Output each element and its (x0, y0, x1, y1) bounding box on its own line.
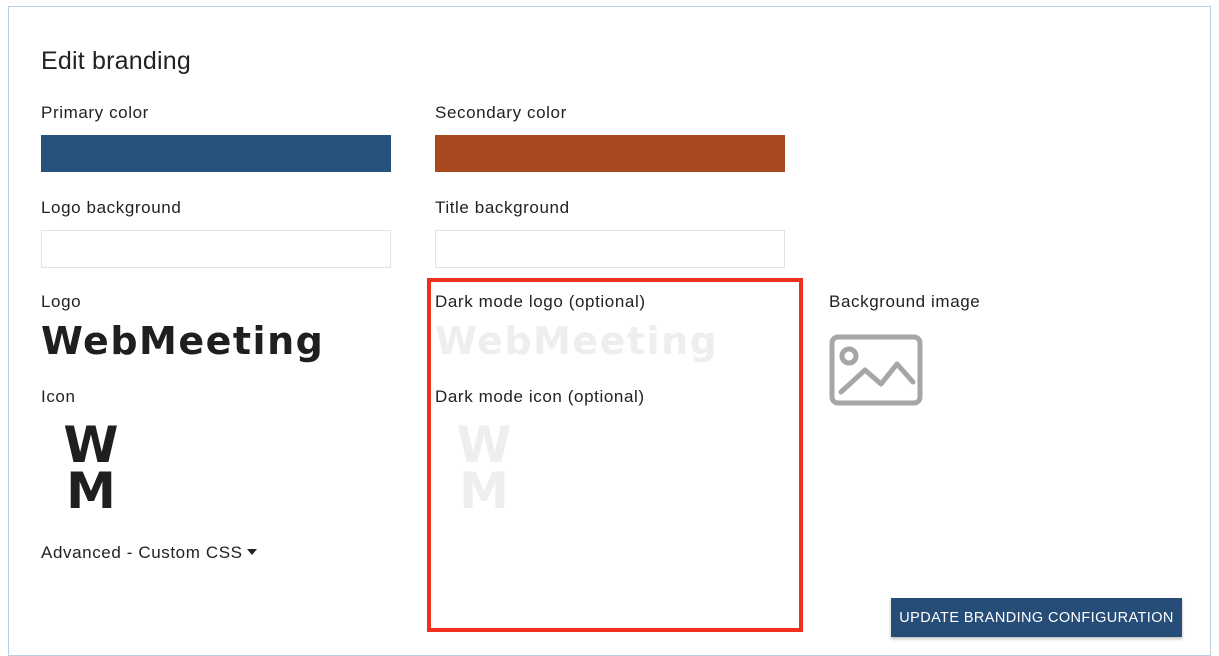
secondary-color-label: Secondary color (435, 103, 567, 122)
logo-background-field[interactable] (41, 230, 391, 268)
primary-color-swatch[interactable] (41, 135, 391, 172)
logo-label: Logo (41, 292, 82, 311)
caret-down-icon (246, 549, 257, 556)
logo-upload[interactable]: WebMeeting (41, 322, 324, 360)
title-background-field[interactable] (435, 230, 785, 268)
icon-letter-m: M (66, 462, 116, 520)
image-placeholder-icon[interactable] (829, 334, 923, 406)
advanced-custom-css-toggle[interactable]: Advanced - Custom CSS (41, 543, 257, 563)
background-image-label: Background image (829, 292, 981, 311)
page-title: Edit branding (41, 47, 191, 75)
advanced-custom-css-label: Advanced - Custom CSS (41, 543, 243, 562)
primary-color-label: Primary color (41, 103, 149, 122)
title-background-label: Title background (435, 198, 570, 217)
icon-upload[interactable]: W M (61, 420, 121, 520)
highlight-annotation (427, 278, 803, 632)
logo-background-label: Logo background (41, 198, 182, 217)
update-branding-button[interactable]: UPDATE BRANDING CONFIGURATION (891, 598, 1182, 637)
icon-label: Icon (41, 387, 76, 406)
secondary-color-swatch[interactable] (435, 135, 785, 172)
